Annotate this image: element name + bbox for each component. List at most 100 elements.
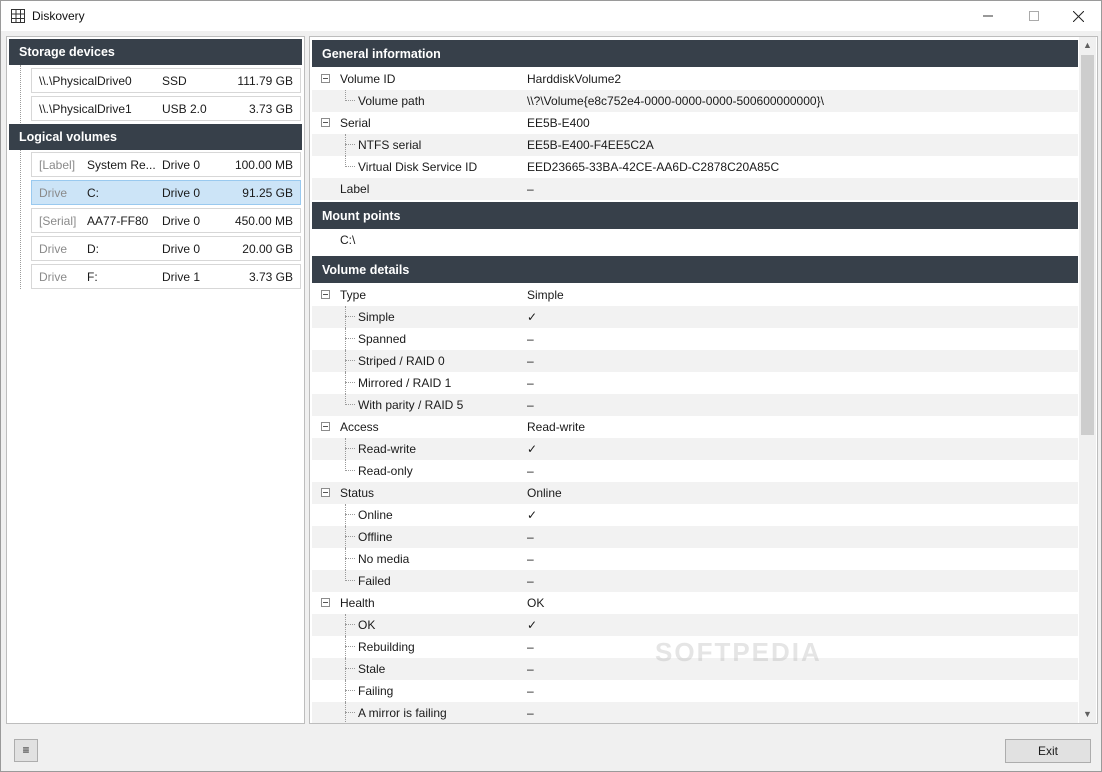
property-value: – [527, 376, 534, 390]
volume-item[interactable]: [Serial] AA77-FF80 Drive 0 450.00 MB [31, 208, 301, 233]
storage-device-item[interactable]: \\.\PhysicalDrive0 SSD 111.79 GB [31, 68, 301, 93]
property-label: Failing [358, 684, 394, 698]
property-row[interactable]: Serial EE5B-E400 [312, 112, 1078, 134]
property-label: Read-only [358, 464, 413, 478]
title-bar: Diskovery [1, 1, 1101, 31]
sub-property-row[interactable]: NTFS serial EE5B-E400-F4EE5C2A [312, 134, 1078, 156]
property-row[interactable]: Health OK [312, 592, 1078, 614]
volume-size: 3.73 GB [248, 270, 293, 284]
tree-line [345, 702, 346, 723]
property-value: \\?\Volume{e8c752e4-0000-0000-0000-50060… [527, 94, 824, 108]
mount-point-row[interactable]: C:\ [312, 229, 1078, 251]
property-label: Stale [358, 662, 386, 676]
collapse-icon[interactable] [321, 422, 330, 431]
sub-property-row[interactable]: Offline – [312, 526, 1078, 548]
sub-property-row[interactable]: Read-only – [312, 460, 1078, 482]
tree-line [20, 150, 21, 289]
sub-property-row[interactable]: Virtual Disk Service ID EED23665-33BA-42C… [312, 156, 1078, 178]
scroll-up-icon[interactable]: ▲ [1079, 37, 1096, 54]
tree-line [345, 100, 355, 101]
tree-line [345, 404, 355, 405]
collapse-icon[interactable] [321, 74, 330, 83]
mount-points-header: Mount points [312, 202, 1078, 229]
minimize-button[interactable] [965, 1, 1011, 31]
sub-property-row[interactable]: Failing – [312, 680, 1078, 702]
volume-drive: Drive 1 [162, 270, 201, 284]
storage-devices-header: Storage devices [9, 39, 302, 65]
tree-line [345, 306, 346, 328]
property-value: – [527, 530, 534, 544]
tree-line [345, 338, 355, 339]
close-button[interactable] [1055, 1, 1101, 31]
sub-property-row[interactable]: No media – [312, 548, 1078, 570]
maximize-icon [1029, 11, 1039, 21]
property-value: Simple [527, 288, 564, 302]
volume-item[interactable]: [Label] System Re... Drive 0 100.00 MB [31, 152, 301, 177]
volume-details-header: Volume details [312, 256, 1078, 283]
property-label: No media [358, 552, 410, 566]
sub-property-row[interactable]: Striped / RAID 0 – [312, 350, 1078, 372]
tree-line [345, 614, 346, 636]
vertical-scrollbar[interactable]: ▲ ▼ [1079, 37, 1096, 723]
sub-property-row[interactable]: Online ✓ [312, 504, 1078, 526]
property-value: ✓ [527, 310, 538, 324]
collapse-icon[interactable] [321, 118, 330, 127]
tree-line [345, 690, 355, 691]
device-bus: USB 2.0 [162, 102, 207, 116]
property-label: Volume path [358, 94, 425, 108]
property-row[interactable]: Label – [312, 178, 1078, 200]
collapse-icon[interactable] [321, 598, 330, 607]
sub-property-row[interactable]: Simple ✓ [312, 306, 1078, 328]
sub-property-row[interactable]: Mirrored / RAID 1 – [312, 372, 1078, 394]
volume-item[interactable]: Drive D: Drive 0 20.00 GB [31, 236, 301, 261]
volume-size: 450.00 MB [234, 214, 293, 228]
volume-drive: Drive 0 [162, 158, 201, 172]
sub-property-row[interactable]: With parity / RAID 5 – [312, 394, 1078, 416]
volume-kind: [Serial] [39, 214, 77, 228]
sub-property-row[interactable]: Failed – [312, 570, 1078, 592]
property-row[interactable]: Status Online [312, 482, 1078, 504]
sub-property-row[interactable]: Spanned – [312, 328, 1078, 350]
tree-line [345, 658, 346, 680]
tree-line [20, 65, 21, 129]
property-value: HarddiskVolume2 [527, 72, 622, 86]
property-label: Status [340, 486, 375, 500]
maximize-button[interactable] [1011, 1, 1057, 31]
property-value: EE5B-E400-F4EE5C2A [527, 138, 654, 152]
device-size: 111.79 GB [237, 74, 293, 88]
volume-kind: [Label] [39, 158, 76, 172]
property-value: – [527, 332, 534, 346]
sub-property-row[interactable]: OK ✓ [312, 614, 1078, 636]
exit-button[interactable]: Exit [1005, 739, 1091, 763]
property-value: ✓ [527, 508, 538, 522]
property-label: With parity / RAID 5 [358, 398, 464, 412]
tree-line [345, 448, 355, 449]
details-panel: General information Volume ID HarddiskVolu… [309, 36, 1098, 724]
property-value: – [527, 354, 534, 368]
property-value: – [527, 662, 534, 676]
volume-item[interactable]: Drive F: Drive 1 3.73 GB [31, 264, 301, 289]
volume-item[interactable]: Drive C: Drive 0 91.25 GB [31, 180, 301, 205]
watermark: SOFTPEDIA [655, 637, 822, 667]
property-label: NTFS serial [358, 138, 422, 152]
property-row[interactable]: Volume ID HarddiskVolume2 [312, 68, 1078, 90]
storage-device-item[interactable]: \\.\PhysicalDrive1 USB 2.0 3.73 GB [31, 96, 301, 121]
collapse-icon[interactable] [321, 290, 330, 299]
scroll-down-icon[interactable]: ▼ [1079, 706, 1096, 723]
sub-property-row[interactable]: Read-write ✓ [312, 438, 1078, 460]
menu-button[interactable]: ≡ [14, 739, 38, 762]
property-label: OK [358, 618, 376, 632]
property-row[interactable]: Access Read-write [312, 416, 1078, 438]
sub-property-row[interactable]: A mirror is failing – [312, 702, 1078, 723]
scroll-thumb[interactable] [1081, 55, 1094, 435]
window-title: Diskovery [32, 9, 85, 23]
volume-name: D: [87, 242, 99, 256]
collapse-icon[interactable] [321, 488, 330, 497]
tree-line [345, 580, 355, 581]
sub-property-row[interactable]: Volume path \\?\Volume{e8c752e4-0000-0000… [312, 90, 1078, 112]
volume-name: C: [87, 186, 99, 200]
tree-line [345, 636, 346, 658]
property-label: A mirror is failing [358, 706, 447, 720]
tree-line [345, 514, 355, 515]
property-row[interactable]: Type Simple [312, 284, 1078, 306]
